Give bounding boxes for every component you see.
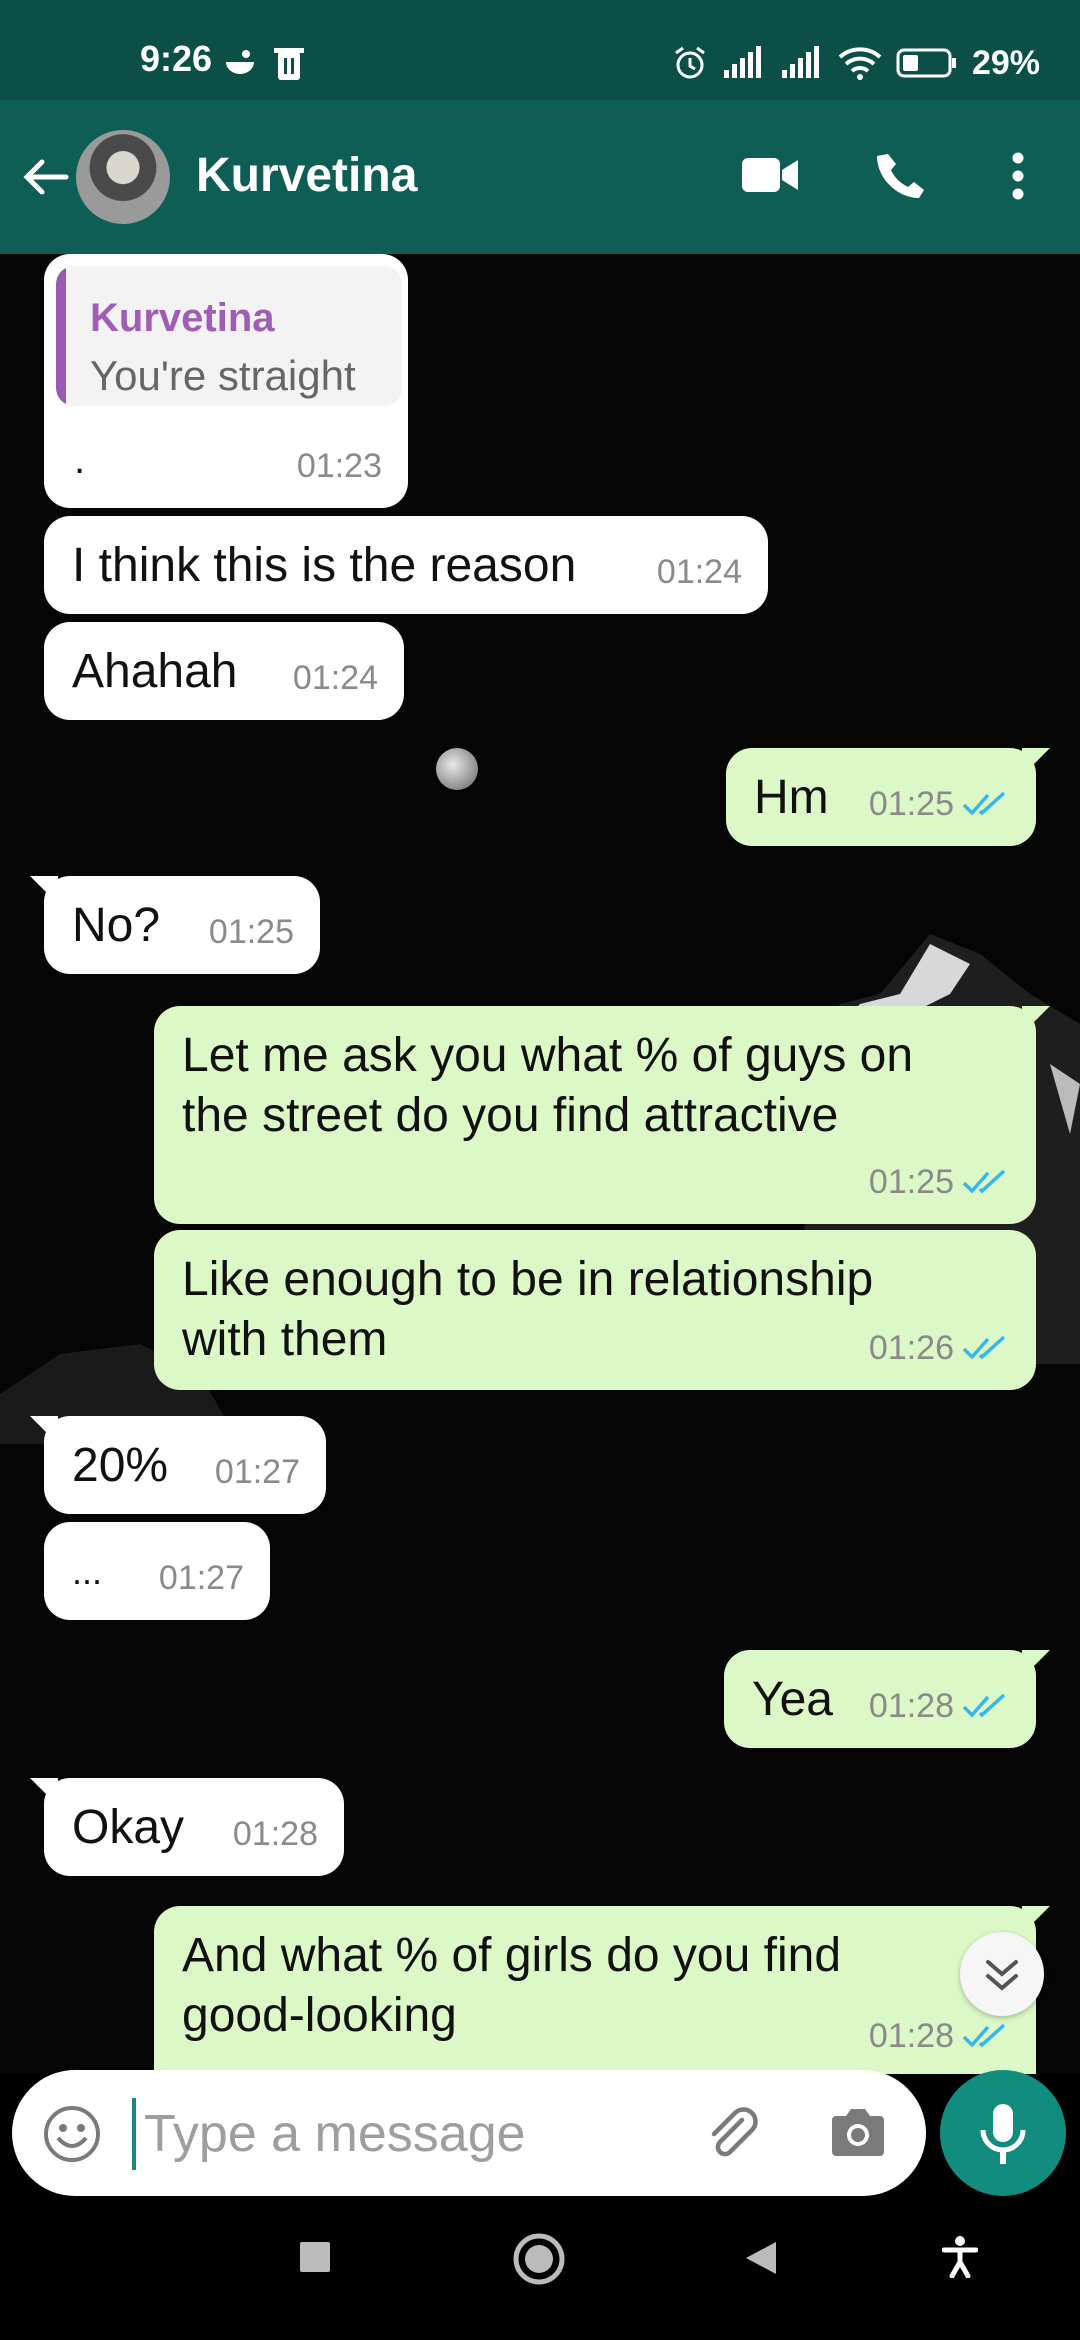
video-call-icon[interactable] [740, 154, 800, 196]
moon-wallpaper [436, 748, 478, 790]
chat-area[interactable]: Kurvetina You're straight . 01:23 I thin… [0, 254, 1080, 2074]
mic-icon [980, 2104, 1026, 2164]
message-time: 01:26 [868, 1329, 954, 1367]
incoming-message[interactable]: Okay 01:28 [30, 1778, 344, 1876]
double-check-icon [962, 1693, 1006, 1718]
double-check-icon [962, 2023, 1006, 2048]
attach-icon[interactable] [702, 2104, 762, 2164]
double-check-icon [962, 1335, 1006, 1360]
incoming-message[interactable]: Kurvetina You're straight . 01:23 [44, 254, 408, 508]
message-time: 01:28 [232, 1815, 318, 1853]
message-time: 01:25 [868, 1163, 954, 1201]
double-check-icon [962, 791, 1006, 816]
chat-header: Kurvetina [0, 100, 1080, 254]
quote-text: You're straight [90, 352, 356, 399]
status-bar: 9:26 29% [0, 0, 1080, 100]
message-text: I think this is the reason [72, 539, 577, 592]
back-arrow-icon[interactable] [20, 152, 70, 202]
text-caret [132, 2098, 136, 2170]
outgoing-message[interactable]: Yea 01:28 [724, 1650, 1050, 1748]
message-text: Yea [752, 1673, 833, 1726]
quote-author: Kurvetina [90, 296, 275, 340]
message-meta: 01:23 [297, 436, 382, 496]
message-meta: 01:28 [869, 1676, 1010, 1736]
message-text: 20% [72, 1439, 169, 1492]
incoming-message[interactable]: 20% 01:27 [30, 1416, 326, 1514]
notification-icons [226, 48, 304, 80]
message-meta: 01:26 [869, 1318, 1010, 1378]
battery-percent: 29% [971, 43, 1040, 82]
status-time: 9:26 [140, 38, 213, 79]
message-input[interactable]: Type a message [144, 2104, 526, 2164]
message-meta: 01:27 [215, 1442, 300, 1502]
message-time: 01:27 [158, 1559, 244, 1597]
message-text: Hm [754, 771, 829, 824]
outgoing-message[interactable]: Let me ask you what % of guys on the str… [154, 1006, 1050, 1224]
incoming-message[interactable]: ... 01:27 [44, 1522, 270, 1620]
message-meta: 01:28 [233, 1804, 318, 1864]
message-meta: 01:24 [657, 542, 742, 602]
message-text: Ahahah [72, 645, 238, 698]
emoji-icon[interactable] [42, 2104, 102, 2164]
message-time: 01:24 [292, 659, 378, 697]
message-text: No? [72, 899, 161, 952]
mic-button[interactable] [940, 2070, 1066, 2196]
incoming-message[interactable]: I think this is the reason 01:24 [44, 516, 768, 614]
message-text: Like enough to be in relationship with t… [182, 1253, 874, 1366]
more-options-icon[interactable] [1010, 152, 1026, 200]
alarm-icon [675, 46, 705, 79]
status-right: 29% [672, 38, 1040, 88]
message-text: And what % of girls do you find good-loo… [182, 1929, 842, 2042]
double-check-icon [962, 1169, 1006, 1194]
signal-icon [781, 46, 819, 78]
message-text: ... [72, 1551, 103, 1592]
contact-name[interactable]: Kurvetina [196, 148, 417, 203]
message-time: 01:27 [214, 1453, 300, 1491]
outgoing-message[interactable]: Hm 01:25 [726, 748, 1050, 846]
voice-call-icon[interactable] [876, 150, 928, 202]
message-text: Let me ask you what % of guys on the str… [182, 1029, 914, 1142]
battery-icon [896, 48, 956, 78]
outgoing-message[interactable]: And what % of girls do you find good-loo… [154, 1906, 1050, 2074]
message-time: 01:28 [868, 1687, 954, 1725]
accessibility-icon[interactable] [942, 2236, 978, 2278]
message-text: Okay [72, 1801, 185, 1854]
system-nav-bar [0, 2196, 1080, 2340]
message-meta: 01:24 [293, 648, 378, 708]
wifi-icon [838, 47, 882, 80]
message-time: 01:28 [868, 2017, 954, 2055]
message-meta: 01:27 [159, 1548, 244, 1608]
message-meta: 01:25 [869, 1152, 1010, 1212]
incoming-message[interactable]: Ahahah 01:24 [44, 622, 404, 720]
message-meta: 01:25 [209, 902, 294, 962]
signal-icon [723, 46, 761, 78]
message-text: . [74, 438, 86, 482]
quoted-message[interactable]: Kurvetina You're straight [56, 266, 402, 406]
camera-icon[interactable] [828, 2104, 888, 2160]
home-icon[interactable] [512, 2232, 566, 2286]
avatar[interactable] [76, 130, 170, 224]
message-composer[interactable]: Type a message [12, 2070, 926, 2196]
recents-icon[interactable] [298, 2240, 332, 2274]
message-time: 01:25 [208, 913, 294, 951]
message-meta: 01:25 [869, 774, 1010, 834]
scroll-down-icon [986, 1960, 1018, 1991]
incoming-message[interactable]: No? 01:25 [30, 876, 320, 974]
scroll-down-button[interactable] [960, 1932, 1044, 2016]
message-time: 01:25 [868, 785, 954, 823]
quote-bar [56, 266, 66, 406]
message-time: 01:24 [656, 553, 742, 591]
back-icon[interactable] [744, 2240, 778, 2276]
message-time: 01:23 [296, 447, 382, 485]
outgoing-message[interactable]: Like enough to be in relationship with t… [154, 1230, 1036, 1390]
